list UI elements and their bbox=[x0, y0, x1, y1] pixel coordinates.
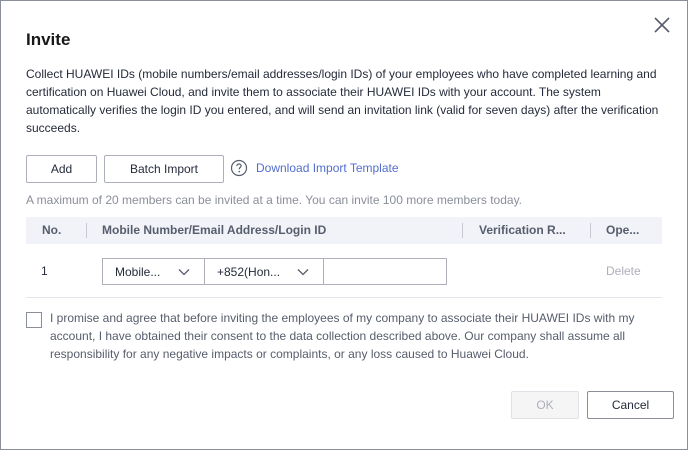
invite-dialog: Invite Collect HUAWEI IDs (mobile number… bbox=[0, 0, 688, 450]
table-row: 1 Mobile... +852(Hon... Delete bbox=[26, 244, 662, 298]
dialog-description: Collect HUAWEI IDs (mobile numbers/email… bbox=[26, 67, 659, 135]
dialog-title: Invite bbox=[26, 30, 71, 49]
close-button[interactable] bbox=[651, 14, 673, 36]
add-button[interactable]: Add bbox=[26, 155, 97, 183]
column-divider bbox=[590, 223, 591, 238]
invite-limit-hint: A maximum of 20 members can be invited a… bbox=[26, 193, 523, 207]
column-divider bbox=[462, 223, 463, 238]
close-icon bbox=[654, 17, 670, 33]
cancel-button[interactable]: Cancel bbox=[587, 391, 674, 419]
id-type-select[interactable]: Mobile... bbox=[102, 258, 205, 285]
id-type-value: Mobile... bbox=[115, 265, 161, 279]
country-code-value: +852(Hon... bbox=[217, 265, 281, 279]
chevron-down-icon bbox=[178, 269, 190, 276]
delete-row-link[interactable]: Delete bbox=[606, 264, 641, 278]
country-code-select[interactable]: +852(Hon... bbox=[204, 258, 324, 285]
batch-import-button[interactable]: Batch Import bbox=[104, 155, 224, 183]
column-header-verification: Verification R... bbox=[479, 223, 566, 237]
chevron-down-icon bbox=[297, 269, 309, 276]
agreement-checkbox[interactable] bbox=[26, 312, 42, 328]
column-header-no: No. bbox=[42, 223, 62, 237]
download-template-link[interactable]: Download Import Template bbox=[256, 161, 399, 175]
column-header-operation: Ope... bbox=[606, 223, 640, 237]
member-id-input[interactable] bbox=[323, 258, 447, 285]
column-divider bbox=[86, 223, 87, 238]
column-header-id: Mobile Number/Email Address/Login ID bbox=[102, 223, 327, 237]
row-number: 1 bbox=[41, 264, 48, 278]
table-header: No. Mobile Number/Email Address/Login ID… bbox=[26, 217, 662, 244]
ok-button[interactable]: OK bbox=[511, 391, 579, 419]
agreement-text: I promise and agree that before inviting… bbox=[50, 311, 635, 361]
question-circle-icon[interactable] bbox=[230, 159, 248, 177]
